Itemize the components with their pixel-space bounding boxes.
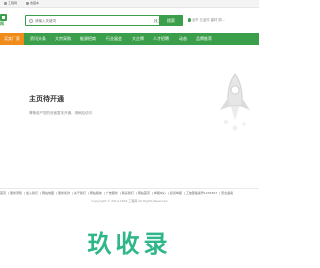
footer-link[interactable]: 联系我们 (122, 191, 134, 195)
copyright: Copyright © 2014-2024 工程网 All Rights Res… (91, 199, 168, 203)
location-pin-icon (188, 18, 191, 22)
search-input[interactable] (35, 17, 135, 25)
search-button[interactable]: 搜索 (159, 15, 183, 26)
nav-item-brands[interactable]: 大企牌 (132, 33, 144, 45)
footer-link[interactable]: 举报中心 (154, 191, 166, 195)
nav-item-recommend[interactable]: 品牌推荐 (196, 33, 212, 45)
footer-link[interactable]: 网站首页 (138, 191, 150, 195)
search-icon (29, 19, 33, 23)
footer-link[interactable]: 服务须知 (10, 191, 22, 195)
footer-links: 首页 | 服务须知 | 加入我们 | 网站地图 | 服务条款 | 关于我们 | 网站留言 | … (0, 191, 234, 195)
page-subtitle: 尊敬用户您的页面暂未开通，请稍后访问 (29, 111, 92, 115)
footer-link[interactable]: 网站地图 (42, 191, 54, 195)
nav-item-factory[interactable]: 买卖厂家 (0, 33, 24, 45)
footer-link[interactable]: 工信部备案号1234567 (186, 191, 217, 195)
logo-text: 网 (0, 21, 4, 26)
site-footer: 首页 | 服务须知 | 加入我们 | 网站地图 | 服务条款 | 关于我们 | 网站留言 | … (0, 188, 259, 206)
page-title: 主页待开通 (29, 95, 64, 103)
nav-item-investment[interactable]: 能源招商 (80, 33, 96, 45)
nav-item-news[interactable]: 资讯头条 (30, 33, 46, 45)
location-label[interactable]: 全市 (192, 18, 199, 22)
search-box: 找工厂家 搜索 (25, 15, 183, 26)
top-bar: 工程网 收藏本 (0, 0, 259, 8)
footer-link[interactable]: 广告服务 (106, 191, 118, 195)
site-header: 网 找工厂家 搜索 全市 五金件 建材 铜... (0, 9, 259, 31)
hotwords: 全市 五金件 建材 铜... (188, 17, 225, 23)
nav-item-updates[interactable]: 动态 (179, 33, 187, 45)
nav-item-expo[interactable]: 行业展会 (106, 33, 122, 45)
nav-item-jobs[interactable]: 人才招聘 (153, 33, 169, 45)
footer-link[interactable]: 首页 (0, 191, 6, 195)
hotwords-list[interactable]: 五金件 建材 铜... (200, 18, 225, 22)
footer-link[interactable]: 关于我们 (74, 191, 86, 195)
footer-link[interactable]: 服务条款 (58, 191, 70, 195)
watermark-text: 玖收录 (87, 230, 172, 258)
footer-link[interactable]: 网站留言 (90, 191, 102, 195)
star-icon (26, 1, 29, 5)
main-nav: 买卖厂家 资讯头条 大宗采购 能源招商 行业展会 大企牌 人才招聘 动态 品牌推… (0, 33, 259, 45)
site-logo[interactable]: 网 (0, 14, 10, 26)
topbar-link-favorite[interactable]: 收藏本 (26, 1, 39, 6)
nav-item-purchase[interactable]: 大宗采购 (55, 33, 71, 45)
topbar-link-home[interactable]: 工程网 (4, 1, 17, 6)
footer-link[interactable]: 安全备案 (221, 191, 233, 195)
rocket-illustration (220, 73, 250, 131)
logo-mark (0, 14, 7, 21)
footer-link[interactable]: 投诉举报 (170, 191, 182, 195)
home-icon (4, 1, 7, 5)
footer-link[interactable]: 加入我们 (26, 191, 38, 195)
